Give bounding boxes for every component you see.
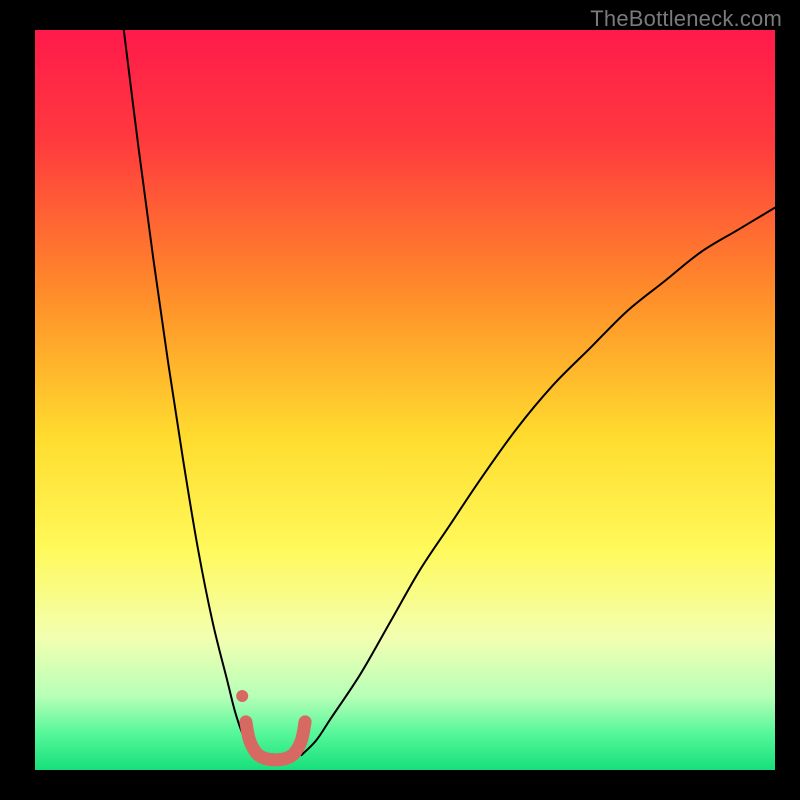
series-red-dot <box>236 690 248 702</box>
chart-stage: TheBottleneck.com <box>0 0 800 800</box>
plot-area <box>35 30 775 770</box>
chart-svg <box>35 30 775 770</box>
watermark-text: TheBottleneck.com <box>590 6 782 32</box>
gradient-bg <box>35 30 775 770</box>
